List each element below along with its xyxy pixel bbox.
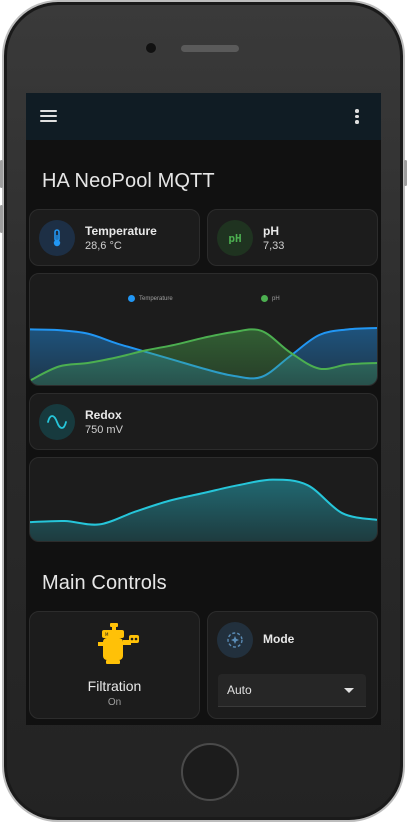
app-screen: HA NeoPool MQTT Temperature 28,6 °C pH p… <box>26 93 381 725</box>
filtration-label: Filtration <box>87 678 142 694</box>
redox-label: Redox <box>85 408 122 422</box>
chevron-down-icon[interactable] <box>344 688 354 694</box>
page-title: HA NeoPool MQTT <box>42 170 215 192</box>
mode-label: Mode <box>263 632 295 646</box>
sine-wave-icon <box>39 404 75 440</box>
front-camera <box>145 42 157 54</box>
temperature-ph-chart <box>30 327 377 385</box>
svg-text:M: M <box>105 632 109 637</box>
ph-label: pH <box>263 224 279 238</box>
ph-icon-text: pH <box>228 231 242 245</box>
app-toolbar <box>26 93 381 140</box>
redox-chart-card <box>29 457 378 542</box>
ph-value: 7,33 <box>263 240 285 252</box>
volume-up-button[interactable] <box>0 160 3 188</box>
temperature-ph-chart-card: Temperature pH <box>29 273 378 386</box>
hamburger-menu-icon[interactable] <box>37 104 61 128</box>
redox-card[interactable]: Redox 750 mV <box>29 393 378 450</box>
temperature-value: 28,6 °C <box>85 240 122 252</box>
power-button[interactable] <box>404 160 407 186</box>
vertical-dots-icon[interactable] <box>346 104 368 128</box>
mode-select-card: Mode Auto <box>207 611 378 719</box>
mode-dropdown[interactable]: Auto <box>218 674 366 707</box>
main-controls-title: Main Controls <box>42 572 167 594</box>
ph-card[interactable]: pH pH 7,33 <box>207 209 378 266</box>
redox-value: 750 mV <box>85 424 123 436</box>
pool-pump-icon: M <box>92 620 140 668</box>
home-button[interactable] <box>181 743 239 801</box>
thermometer-icon <box>39 220 75 256</box>
filtration-button-card[interactable]: M Filtration On <box>29 611 200 719</box>
earpiece-speaker <box>181 45 239 52</box>
volume-down-button[interactable] <box>0 205 3 233</box>
series-area-redox <box>30 479 377 541</box>
redox-chart <box>30 478 377 541</box>
temperature-card[interactable]: Temperature 28,6 °C <box>29 209 200 266</box>
filtration-state: On <box>107 697 122 708</box>
ph-icon: pH <box>217 220 253 256</box>
pump-mode-icon <box>217 622 253 658</box>
temperature-label: Temperature <box>85 224 157 238</box>
mode-selected-value: Auto <box>227 683 252 697</box>
